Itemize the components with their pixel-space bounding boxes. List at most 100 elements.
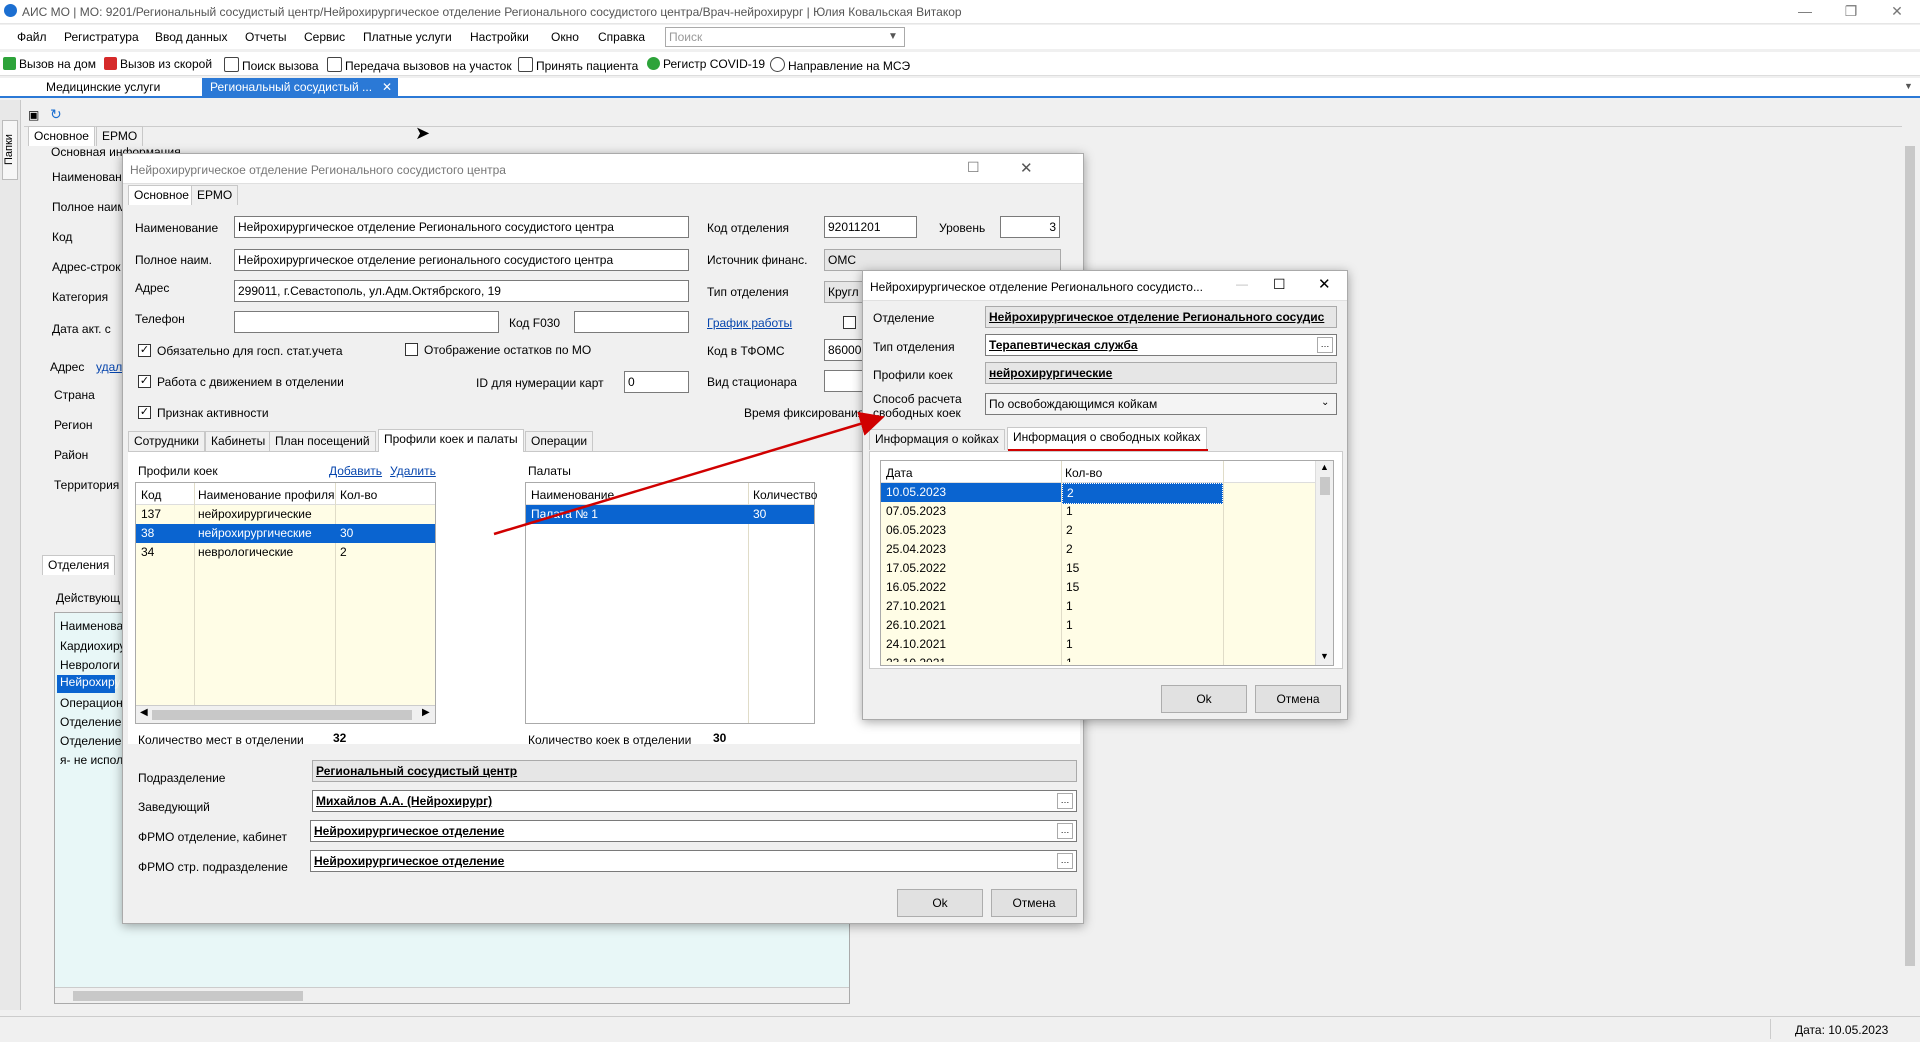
tab-bed-info[interactable]: Информация о койках	[869, 429, 1005, 450]
mse-referral-button[interactable]: Направление на МСЭ	[770, 57, 910, 73]
phone-field[interactable]	[234, 311, 499, 333]
profile-field[interactable]: нейрохирургические	[985, 362, 1337, 384]
checkbox-active[interactable]: ✓	[138, 406, 151, 419]
idcard-field[interactable]: 0	[624, 371, 689, 393]
delete-profile-link[interactable]: Удалить	[390, 464, 436, 478]
type-select[interactable]: Кругл	[824, 281, 864, 303]
tab-free-bed-info[interactable]: Информация о свободных койках	[1007, 427, 1207, 450]
menu-registry[interactable]: Регистратура	[64, 30, 139, 44]
type-field[interactable]: Терапевтическая служба	[985, 334, 1337, 356]
tab-bed-profiles[interactable]: Профили коек и палаты	[378, 429, 524, 452]
close-icon[interactable]: ✕	[382, 78, 392, 96]
menu-service[interactable]: Сервис	[304, 30, 345, 44]
scrollbar-thumb[interactable]	[73, 991, 303, 1001]
table-row[interactable]: 137 нейрохирургические	[136, 505, 435, 524]
vertical-scrollbar[interactable]: ▲ ▼	[1315, 461, 1333, 665]
close-icon[interactable]: ✕	[1318, 275, 1331, 293]
chevron-down-icon[interactable]: ▼	[1320, 651, 1329, 661]
tab-ermo[interactable]: ЕРМО	[191, 185, 239, 205]
tab-cabinets[interactable]: Кабинеты	[205, 431, 272, 451]
home-call-button[interactable]: Вызов на дом	[3, 57, 96, 71]
list-item[interactable]: Кардиохиру	[60, 639, 126, 653]
tab-departments[interactable]: Отделения	[42, 555, 116, 575]
f030-field[interactable]	[574, 311, 689, 333]
save-icon[interactable]: ▣	[28, 108, 39, 122]
tab-visit-plan[interactable]: План посещений	[269, 431, 376, 451]
code-field[interactable]: 92011201	[824, 216, 917, 238]
chevron-down-icon[interactable]: ▼	[888, 31, 898, 42]
tab-regional-center[interactable]: Региональный сосудистый ... ✕	[202, 78, 398, 98]
table-row-selected[interactable]: 38 нейрохирургические 30	[136, 524, 435, 543]
frmo-sub-field[interactable]: Нейрохирургическое отделение	[310, 850, 1077, 872]
more-icon[interactable]: …	[1057, 853, 1073, 869]
menu-help[interactable]: Справка	[598, 30, 645, 44]
table-row[interactable]: 24.10.2021 1	[881, 635, 1315, 654]
checkbox-stat-account[interactable]: ✓	[138, 344, 151, 357]
more-icon[interactable]: …	[1317, 337, 1333, 353]
schedule-link[interactable]: График работы	[707, 316, 792, 330]
search-input[interactable]: Поиск	[665, 27, 905, 47]
more-icon[interactable]: …	[1057, 793, 1073, 809]
tab-main[interactable]: Основное	[128, 185, 195, 205]
subdiv-field[interactable]: Региональный сосудистый центр	[312, 760, 1077, 782]
cancel-button[interactable]: Отмена	[1255, 685, 1341, 713]
ok-button[interactable]: Ok	[1161, 685, 1247, 713]
restore-icon[interactable]: ❐	[1828, 0, 1874, 24]
level-field[interactable]: 3	[1000, 216, 1060, 238]
ambulance-call-button[interactable]: Вызов из скорой	[104, 57, 212, 71]
tfoms-field[interactable]: 86000	[824, 339, 864, 361]
tab-medical-services[interactable]: Медицинские услуги	[38, 78, 168, 98]
ok-button[interactable]: Ok	[897, 889, 983, 917]
list-item[interactable]: Неврологи	[60, 658, 120, 672]
menu-paid-services[interactable]: Платные услуги	[363, 30, 452, 44]
search-call-button[interactable]: Поиск вызова	[224, 57, 319, 73]
refresh-icon[interactable]: ↻	[50, 106, 62, 123]
tab-operations[interactable]: Операции	[525, 431, 594, 451]
tab-ermo[interactable]: ЕРМО	[96, 126, 144, 146]
tab-main[interactable]: Основное	[28, 126, 95, 146]
frmo-dept-field[interactable]: Нейрохирургическое отделение	[310, 820, 1077, 842]
head-field[interactable]: Михайлов А.А. (Нейрохирург)	[312, 790, 1077, 812]
maximize-icon[interactable]: ☐	[1273, 276, 1286, 293]
name-field[interactable]: Нейрохирургическое отделение Регионально…	[234, 216, 689, 238]
address-delete-link[interactable]: удал	[96, 360, 122, 374]
scrollbar-thumb[interactable]	[1905, 146, 1915, 966]
tab-staff[interactable]: Сотрудники	[128, 431, 205, 451]
cancel-button[interactable]: Отмена	[991, 889, 1077, 917]
fullname-field[interactable]: Нейрохирургическое отделение регионально…	[234, 249, 689, 271]
transfer-calls-button[interactable]: Передача вызовов на участок	[327, 57, 512, 73]
close-icon[interactable]: ✕	[1020, 159, 1033, 177]
chevron-down-icon[interactable]: ⌄	[1321, 397, 1329, 408]
method-select[interactable]: По освобождающимся койкам	[985, 393, 1337, 415]
list-item[interactable]: Операцион	[60, 696, 123, 710]
table-row[interactable]: 17.05.2022 15	[881, 559, 1315, 578]
table-row[interactable]: 26.10.2021 1	[881, 616, 1315, 635]
horizontal-scrollbar[interactable]	[55, 987, 849, 1003]
table-row[interactable]: 25.04.2023 2	[881, 540, 1315, 559]
menu-window[interactable]: Окно	[551, 30, 579, 44]
horizontal-scrollbar[interactable]: ◀ ▶	[136, 705, 435, 723]
accept-patient-button[interactable]: Принять пациента	[518, 57, 638, 73]
chevron-up-icon[interactable]: ▲	[1320, 462, 1329, 472]
menu-settings[interactable]: Настройки	[470, 30, 529, 44]
table-row[interactable]: 07.05.2023 1	[881, 502, 1315, 521]
list-item[interactable]: я- не испол	[60, 753, 123, 767]
scrollbar-thumb[interactable]	[152, 710, 412, 720]
table-row[interactable]: 27.10.2021 1	[881, 597, 1315, 616]
menu-reports[interactable]: Отчеты	[245, 30, 286, 44]
stac-field[interactable]	[824, 370, 864, 392]
more-icon[interactable]: …	[1057, 823, 1073, 839]
dept-field[interactable]: Нейрохирургическое отделение Регионально…	[985, 306, 1337, 328]
covid-register-button[interactable]: Регистр COVID-19	[647, 57, 765, 71]
table-row[interactable]: 23.10.20211	[881, 654, 1315, 662]
table-row-selected[interactable]: 10.05.2023 2	[881, 483, 1315, 504]
maximize-icon[interactable]: ☐	[967, 159, 980, 176]
checkbox-show-remains[interactable]	[405, 343, 418, 356]
checkbox-movement[interactable]: ✓	[138, 375, 151, 388]
list-item[interactable]: Отделение	[60, 734, 121, 748]
address-field[interactable]: 299011, г.Севастополь, ул.Адм.Октябрског…	[234, 280, 689, 302]
minimize-icon[interactable]: —	[1236, 277, 1248, 291]
menu-file[interactable]: Файл	[17, 30, 47, 44]
checkbox-schedule[interactable]	[843, 316, 856, 329]
folders-tab[interactable]: Папки	[2, 120, 18, 180]
